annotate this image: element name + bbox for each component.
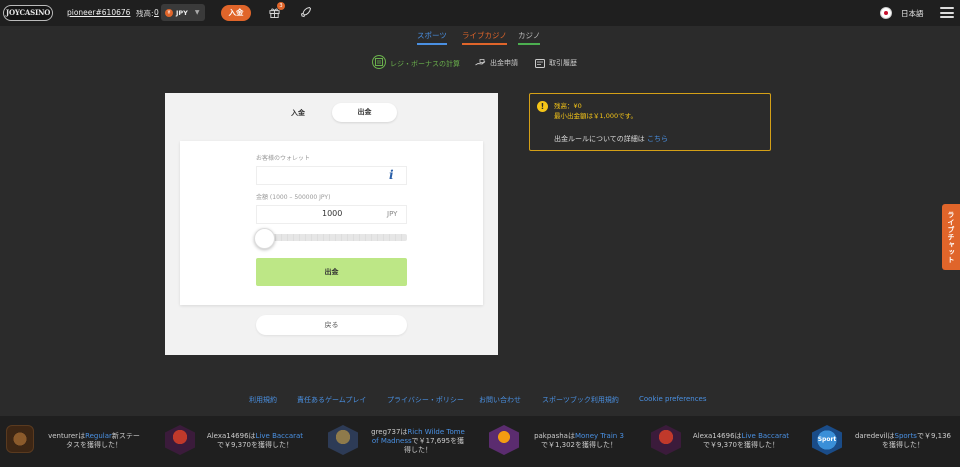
- footer-link-cookie-preferences[interactable]: Cookie preferences: [639, 395, 707, 403]
- tab-withdraw-request[interactable]: 出金申請: [475, 58, 518, 68]
- withdraw-submit-button[interactable]: 出金: [256, 258, 407, 286]
- ticker-item: daredevilはSportsで￥9,136 を獲得した！: [854, 432, 952, 449]
- tab-live-casino[interactable]: ライブカジノ: [462, 30, 507, 45]
- notice-balance: 残高：¥0: [554, 102, 582, 110]
- wallet-label: お客様のウォレット: [256, 155, 311, 162]
- live-chat-button[interactable]: ライブチャット: [942, 204, 960, 270]
- ticker-item: pakpashaはMoney Train 3 で￥1,302を獲得した！: [534, 432, 624, 449]
- notice-minimum: 最小出金額は￥1,000です。: [554, 112, 637, 120]
- warning-icon: !: [537, 101, 548, 112]
- tab-casino[interactable]: カジノ: [518, 30, 541, 45]
- cashier-tabs: レジ・ボーナスの計算 出金申請 取引履歴: [0, 54, 960, 72]
- hamburger-menu-icon[interactable]: [940, 7, 954, 18]
- top-header: JOYCASINO pioneer#610676 残高: 0 ¥ JPY ▼ 入…: [0, 0, 960, 26]
- currency-select[interactable]: ¥ JPY ▼: [161, 4, 205, 21]
- language-label[interactable]: 日本語: [901, 8, 924, 19]
- notice-rules-text: 出金ルールについての詳細は: [554, 135, 645, 143]
- footer-link-responsible-gaming[interactable]: 責任あるゲームプレイ: [297, 395, 366, 405]
- hand-money-icon: [475, 58, 486, 65]
- tab-history[interactable]: 取引履歴: [535, 58, 577, 68]
- notice-rules-link[interactable]: こちら: [647, 134, 668, 144]
- info-icon[interactable]: i: [389, 168, 401, 182]
- ticker-item: greg737はRich Wilde Tome of Madnessで￥17,69…: [371, 428, 465, 454]
- header-deposit-button[interactable]: 入金: [221, 5, 251, 21]
- calculator-icon: [372, 55, 386, 69]
- rocket-icon[interactable]: [300, 6, 312, 18]
- tab-bonus-label: レジ・ボーナスの計算: [390, 59, 460, 68]
- product-nav: スポーツ ライブカジノ カジノ: [0, 26, 960, 45]
- amount-slider-track[interactable]: [257, 234, 407, 241]
- amount-label: 金額 (1000 – 500000 JPY): [256, 194, 331, 201]
- toggle-deposit[interactable]: 入金: [291, 108, 305, 118]
- balance-label: 残高:: [136, 9, 154, 18]
- tab-history-label: 取引履歴: [549, 59, 577, 67]
- tab-withdraw-label: 出金申請: [490, 59, 518, 67]
- username-link[interactable]: pioneer#610676: [67, 8, 130, 17]
- receipt-icon: [535, 58, 545, 68]
- tab-sports[interactable]: スポーツ: [417, 30, 447, 45]
- amount-unit: JPY: [387, 210, 398, 218]
- amount-value: 1000: [322, 209, 343, 218]
- balance-value[interactable]: 0: [154, 8, 159, 17]
- tab-bonus-calc[interactable]: レジ・ボーナスの計算: [372, 55, 460, 69]
- chevron-down-icon: ▼: [194, 9, 200, 16]
- footer-link-contact[interactable]: お問い合わせ: [479, 395, 521, 405]
- footer-links: 利用規約 責任あるゲームプレイ プライバシー・ポリシー お問い合わせ スポーツブ…: [0, 395, 960, 407]
- ticker-item: Alexa14696はLive Baccarat で￥9,370を獲得した！: [692, 432, 790, 449]
- joycasino-logo[interactable]: JOYCASINO: [3, 5, 53, 21]
- wallet-input[interactable]: [256, 166, 407, 185]
- footer-link-terms[interactable]: 利用規約: [249, 395, 277, 405]
- amount-slider-handle[interactable]: [254, 228, 275, 249]
- reward-chest-icon: [6, 425, 34, 453]
- footer-link-sportsbook-terms[interactable]: スポーツブック利用規約: [542, 395, 619, 405]
- yen-icon: ¥: [165, 8, 173, 17]
- toggle-withdraw[interactable]: 出金: [332, 103, 397, 122]
- currency-label: JPY: [176, 8, 188, 17]
- footer-link-privacy[interactable]: プライバシー・ポリシー: [387, 395, 464, 405]
- ticker-item: venturerはRegular新ステー タスを獲得した！: [48, 432, 140, 449]
- japan-flag-icon[interactable]: [880, 7, 892, 19]
- gift-count-badge: 3: [277, 2, 285, 10]
- ticker-item: Alexa14696はLive Baccarat で￥9,370を獲得した！: [206, 432, 304, 449]
- back-button[interactable]: 戻る: [256, 315, 407, 335]
